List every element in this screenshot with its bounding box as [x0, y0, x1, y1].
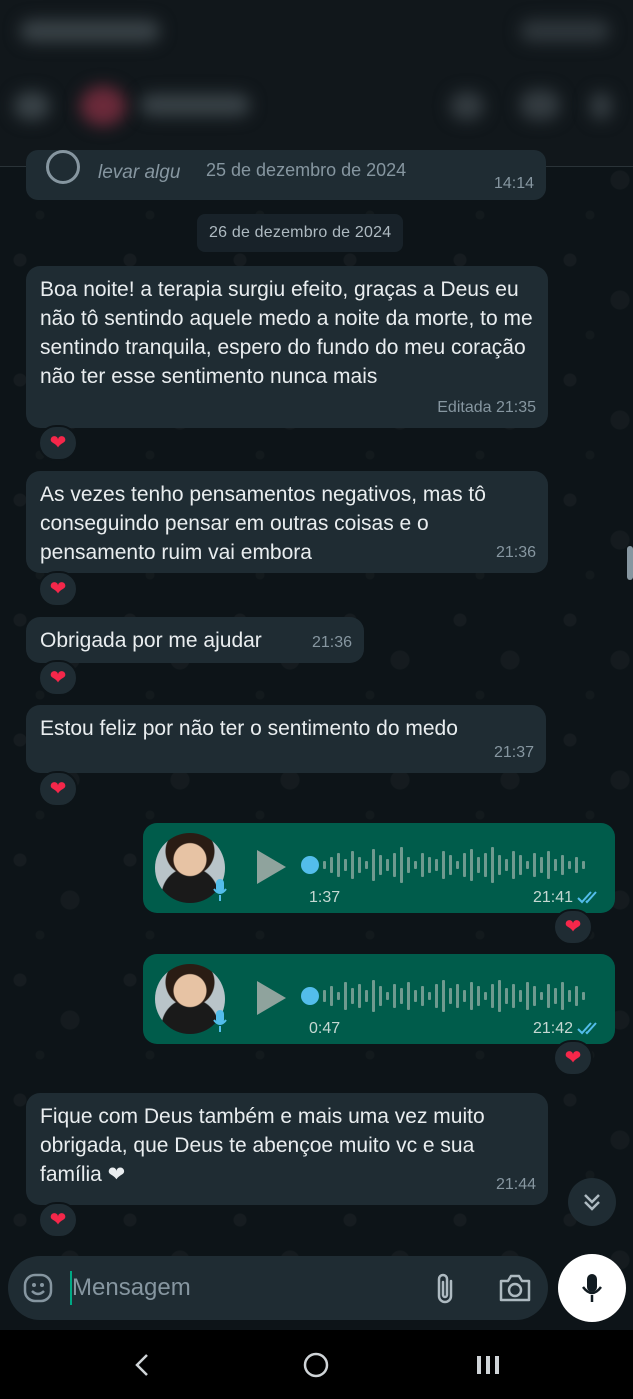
- nav-home-button[interactable]: [296, 1348, 336, 1382]
- heart-reaction[interactable]: ❤: [553, 1040, 593, 1076]
- previous-message-bubble[interactable]: levar algu 25 de dezembro de 2024 14:14: [26, 150, 546, 200]
- attach-icon[interactable]: [432, 1272, 460, 1306]
- floating-date-label: 25 de dezembro de 2024: [206, 160, 407, 180]
- message-meta: 21:36: [311, 634, 352, 651]
- nav-recents-button[interactable]: [468, 1348, 508, 1382]
- mic-icon: [213, 879, 227, 901]
- nav-recents-icon: [477, 1356, 499, 1374]
- message-composer: [8, 1256, 548, 1320]
- mic-icon: [213, 1010, 227, 1032]
- heart-reaction[interactable]: ❤: [38, 660, 78, 696]
- mic-icon: [582, 1274, 602, 1302]
- incoming-message[interactable]: Fique com Deus também e mais uma vez mui…: [26, 1093, 548, 1205]
- camera-icon[interactable]: [498, 1273, 532, 1303]
- voice-time: 21:42: [532, 1020, 573, 1037]
- emoji-icon[interactable]: [22, 1272, 54, 1304]
- message-meta: 21:36: [495, 544, 536, 561]
- message-text: Boa noite! a terapia surgiu efeito, graç…: [40, 278, 533, 388]
- message-meta: 21:37: [493, 744, 534, 761]
- voice-duration: 1:37: [309, 889, 341, 906]
- heart-reaction[interactable]: ❤: [38, 771, 78, 807]
- play-icon[interactable]: [253, 847, 289, 887]
- incoming-message[interactable]: Boa noite! a terapia surgiu efeito, graç…: [26, 266, 548, 428]
- waveform[interactable]: [321, 843, 591, 887]
- nav-home-icon: [303, 1352, 329, 1378]
- message-meta: Editada 21:35: [437, 399, 536, 416]
- incoming-message[interactable]: As vezes tenho pensamentos negativos, ma…: [26, 471, 548, 573]
- play-icon[interactable]: [253, 978, 289, 1018]
- double-check-icon: [577, 891, 597, 904]
- message-text: Obrigada por me ajudar: [40, 629, 262, 652]
- scrollbar-thumb[interactable]: [627, 546, 633, 580]
- previous-message-time: 14:14: [493, 175, 534, 192]
- playback-position-dot[interactable]: [301, 987, 319, 1005]
- incoming-message[interactable]: Estou feliz por não ter o sentimento do …: [26, 705, 546, 773]
- voice-duration: 0:47: [309, 1020, 341, 1037]
- playback-position-dot[interactable]: [301, 856, 319, 874]
- previous-message-text: levar algu: [98, 162, 181, 183]
- waveform[interactable]: [321, 974, 591, 1018]
- heart-reaction[interactable]: ❤: [553, 909, 593, 945]
- previous-message-icon: [46, 150, 80, 184]
- message-meta: 21:44: [495, 1176, 536, 1193]
- heart-reaction[interactable]: ❤: [38, 571, 78, 607]
- outgoing-voice-message[interactable]: 1:37 21:41: [143, 823, 615, 913]
- voice-record-button[interactable]: [558, 1254, 626, 1322]
- chat-header-redacted: [0, 0, 633, 167]
- heart-reaction[interactable]: ❤: [38, 425, 78, 461]
- message-text: As vezes tenho pensamentos negativos, ma…: [40, 483, 486, 564]
- double-check-icon: [577, 1022, 597, 1035]
- date-separator: 26 de dezembro de 2024: [197, 214, 404, 252]
- message-input[interactable]: [72, 1270, 402, 1306]
- outgoing-voice-message[interactable]: 0:47 21:42: [143, 954, 615, 1044]
- scroll-to-bottom-button[interactable]: [568, 1178, 616, 1226]
- heart-reaction[interactable]: ❤: [38, 1202, 78, 1238]
- message-text: Estou feliz por não ter o sentimento do …: [40, 717, 458, 740]
- incoming-message[interactable]: Obrigada por me ajudar 21:36: [26, 617, 364, 663]
- system-navigation-bar: [0, 1330, 633, 1399]
- message-text: Fique com Deus também e mais uma vez mui…: [40, 1105, 485, 1186]
- voice-time: 21:41: [532, 889, 573, 906]
- nav-back-icon: [135, 1354, 148, 1376]
- chevron-double-down-icon: [584, 1194, 600, 1211]
- nav-back-button[interactable]: [122, 1348, 162, 1382]
